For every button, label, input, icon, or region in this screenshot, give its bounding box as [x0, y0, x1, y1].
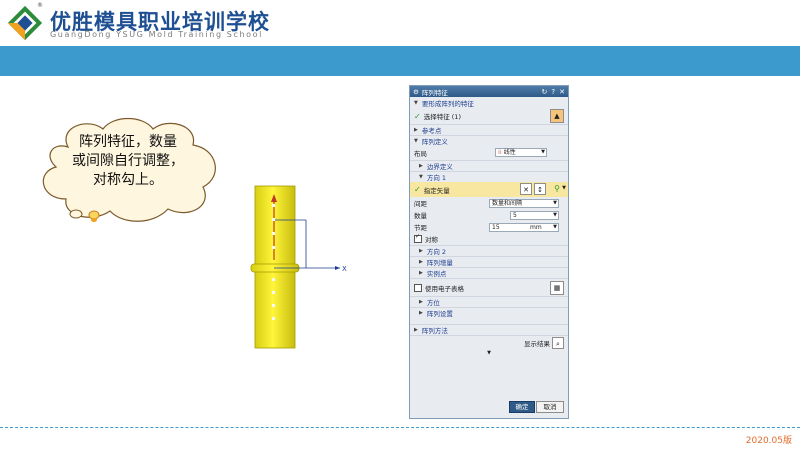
layout-label: 布局: [414, 150, 427, 158]
school-logo-icon: [7, 5, 43, 41]
close-button[interactable]: ✕: [559, 88, 565, 96]
section-label: 参考点: [421, 127, 442, 135]
chevron-down-icon: ▼: [541, 149, 545, 155]
section-pattern-increment[interactable]: ▶ 阵列增量: [410, 256, 568, 267]
header: 优胜模具职业培训学校 ® GuangDong YSUG Mold Trainin…: [0, 0, 800, 46]
version-label: 2020.05版: [745, 436, 792, 446]
section-boundary[interactable]: ▶ 边界定义: [410, 160, 568, 171]
specify-vector-row[interactable]: ✓ 指定矢量 ✕ ↕ ⚲ ▼: [410, 182, 568, 197]
footer-divider: [0, 427, 800, 428]
spreadsheet-icon[interactable]: ▦: [550, 281, 564, 295]
cloud-line-3: 对称勾上。: [93, 172, 163, 188]
section-label: 边界定义: [426, 163, 453, 171]
chevron-down-icon: ▼: [553, 224, 557, 230]
section-pattern-definition[interactable]: ▼ 阵列定义: [410, 135, 568, 146]
show-result-label: 显示结果: [524, 339, 550, 348]
layout-value: 线性: [503, 149, 516, 156]
chevron-right-icon: ▶: [414, 327, 418, 333]
count-value: 5: [513, 212, 517, 219]
section-label: 要形成阵列的特征: [421, 99, 474, 108]
spacing-row: 间距 数量和间隔 ▼: [410, 197, 568, 209]
count-label: 数量: [414, 212, 427, 220]
reset-button[interactable]: ↻: [542, 88, 548, 96]
pitch-unit: mm: [530, 224, 542, 231]
spacing-label: 间距: [414, 200, 427, 208]
cloud-line-2: 或间隙自行调整，: [72, 153, 184, 169]
help-button[interactable]: ?: [551, 88, 555, 96]
vector-icon[interactable]: ✕: [520, 183, 532, 195]
cloud-line-1: 阵列特征，数量: [79, 134, 177, 150]
symmetric-row[interactable]: 对称: [410, 233, 568, 245]
section-label: 阵列增量: [426, 259, 453, 267]
spreadsheet-checkbox[interactable]: [414, 283, 422, 292]
section-label: 阵列方法: [421, 327, 448, 335]
count-input[interactable]: 5 ▼: [510, 211, 559, 220]
checkmark-icon: ✓: [414, 185, 421, 194]
layout-row: 布局 ⁞⁞ 线性 ▼: [410, 146, 568, 160]
magnifier-icon[interactable]: ⌕: [552, 337, 564, 349]
pattern-feature-dialog: ⚙ 阵列特征 ↻ ? ✕ ▼ 要形成阵列的特征 ✓ 选择特征 (1) ▲ ▶ 参…: [409, 85, 569, 419]
chevron-right-icon: ▶: [419, 299, 423, 305]
pitch-value: 15: [492, 224, 500, 231]
chevron-down-icon: ▼: [414, 138, 418, 144]
chevron-down-icon: ▼: [553, 200, 557, 206]
select-feature-row[interactable]: ✓ 选择特征 (1) ▲: [410, 108, 568, 124]
cylinder-model: X: [250, 185, 347, 349]
section-direction-2[interactable]: ▶ 方向 2: [410, 245, 568, 256]
section-label: 方向 2: [426, 248, 447, 256]
x-axis-label: X: [342, 265, 347, 273]
vector-constructor-icon[interactable]: ⚲: [554, 184, 560, 193]
chevron-right-icon: ▶: [419, 259, 423, 265]
section-pattern-method[interactable]: ▶ 阵列方法: [410, 324, 568, 335]
pitch-input[interactable]: 15 mm ▼: [489, 223, 559, 232]
spacing-select[interactable]: 数量和间隔 ▼: [489, 199, 559, 208]
count-row: 数量 5 ▼: [410, 209, 568, 221]
section-label: 方向 1: [426, 174, 447, 182]
chevron-down-icon: ▼: [553, 212, 557, 218]
symmetric-checkbox[interactable]: [414, 233, 422, 243]
school-name-en: GuangDong YSUG Mold Training School: [50, 30, 263, 39]
pitch-row: 节距 15 mm ▼: [410, 221, 568, 233]
ok-button[interactable]: 确定: [509, 401, 535, 413]
spacing-value: 数量和间隔: [492, 200, 523, 207]
section-reference-point[interactable]: ▶ 参考点: [410, 124, 568, 135]
feature-select-icon[interactable]: ▲: [550, 109, 564, 123]
section-label: 阵列定义: [421, 138, 448, 146]
section-label: 方位: [426, 299, 440, 307]
chevron-down-icon: ▼: [414, 99, 418, 106]
chevron-down-icon[interactable]: ▼: [562, 185, 566, 191]
reverse-direction-icon[interactable]: ↕: [534, 183, 546, 195]
specify-vector-label: 指定矢量: [423, 186, 450, 195]
header-band: [0, 46, 800, 76]
chevron-right-icon: ▶: [414, 127, 418, 133]
chevron-right-icon: ▶: [419, 248, 423, 254]
section-label: 阵列设置: [426, 310, 453, 318]
cloud-text: 阵列特征，数量 或间隙自行调整， 对称勾上。: [60, 133, 196, 190]
cancel-button[interactable]: 取消: [536, 401, 564, 413]
section-label: 实例点: [426, 270, 447, 278]
checkmark-icon: ✓: [414, 111, 421, 121]
linear-layout-icon: ⁞⁞: [498, 149, 502, 156]
section-orientation[interactable]: ▶ 方位: [410, 296, 568, 307]
dialog-titlebar[interactable]: ⚙ 阵列特征 ↻ ? ✕: [410, 86, 568, 97]
spreadsheet-label: 使用电子表格: [425, 284, 464, 293]
symmetric-label: 对称: [425, 236, 438, 244]
show-result-row: 显示结果 ⌕: [410, 335, 568, 349]
section-feature-to-pattern[interactable]: ▼ 要形成阵列的特征: [410, 97, 568, 108]
gear-icon: ⚙: [413, 87, 419, 96]
registered-mark: ®: [37, 2, 43, 9]
pitch-label: 节距: [414, 224, 427, 232]
dialog-title: 阵列特征: [421, 88, 448, 97]
section-direction-1[interactable]: ▼ 方向 1: [410, 171, 568, 182]
chevron-down-icon[interactable]: ▼: [410, 350, 568, 356]
select-feature-label: 选择特征 (1): [423, 113, 461, 121]
section-pattern-settings[interactable]: ▶ 阵列设置: [410, 307, 568, 318]
section-instance-point[interactable]: ▶ 实例点: [410, 267, 568, 278]
chevron-down-icon: ▼: [419, 174, 423, 180]
spreadsheet-row[interactable]: 使用电子表格 ▦: [410, 278, 568, 296]
chevron-right-icon: ▶: [419, 163, 423, 169]
layout-select[interactable]: ⁞⁞ 线性 ▼: [495, 148, 547, 157]
chevron-right-icon: ▶: [419, 270, 423, 276]
chevron-right-icon: ▶: [419, 310, 423, 316]
